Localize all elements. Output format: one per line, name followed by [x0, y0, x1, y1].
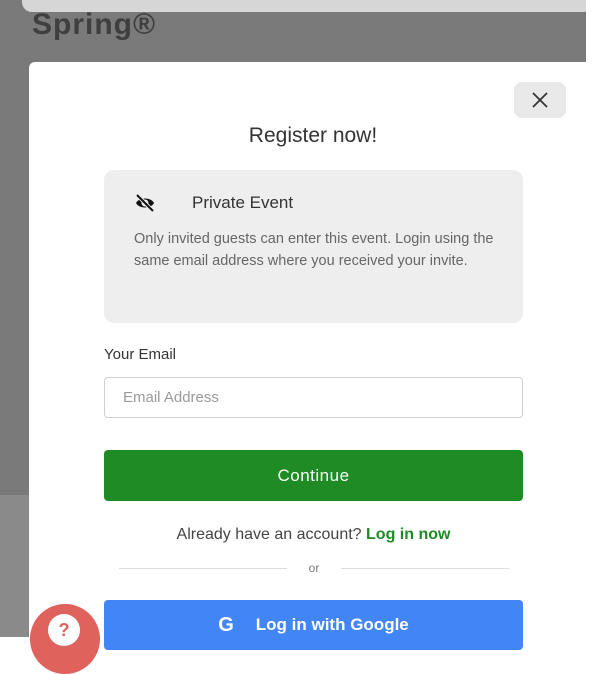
- email-label: Your Email: [104, 346, 176, 363]
- close-button[interactable]: [514, 82, 566, 118]
- or-divider: or: [119, 560, 509, 578]
- email-field[interactable]: [104, 377, 523, 418]
- google-login-button[interactable]: G Log in with Google: [104, 600, 523, 650]
- private-event-description: Only invited guests can enter this event…: [134, 231, 494, 269]
- google-icon: G: [218, 613, 234, 636]
- help-icon[interactable]: ?: [48, 614, 80, 646]
- background-page-title: Spring®: [32, 10, 157, 41]
- modal-title: Register now!: [248, 124, 378, 147]
- close-icon: [532, 92, 548, 108]
- login-now-link[interactable]: Log in now: [366, 526, 450, 543]
- private-event-heading: Private Event: [192, 193, 294, 212]
- continue-button[interactable]: Continue: [104, 450, 523, 501]
- eye-off-icon: [135, 193, 155, 213]
- google-login-label: Log in with Google: [255, 615, 409, 634]
- login-prompt: Already have an account? Log in now: [104, 526, 523, 544]
- divider-line-right: [341, 568, 509, 569]
- account-prompt-text: Already have an account?: [176, 526, 362, 543]
